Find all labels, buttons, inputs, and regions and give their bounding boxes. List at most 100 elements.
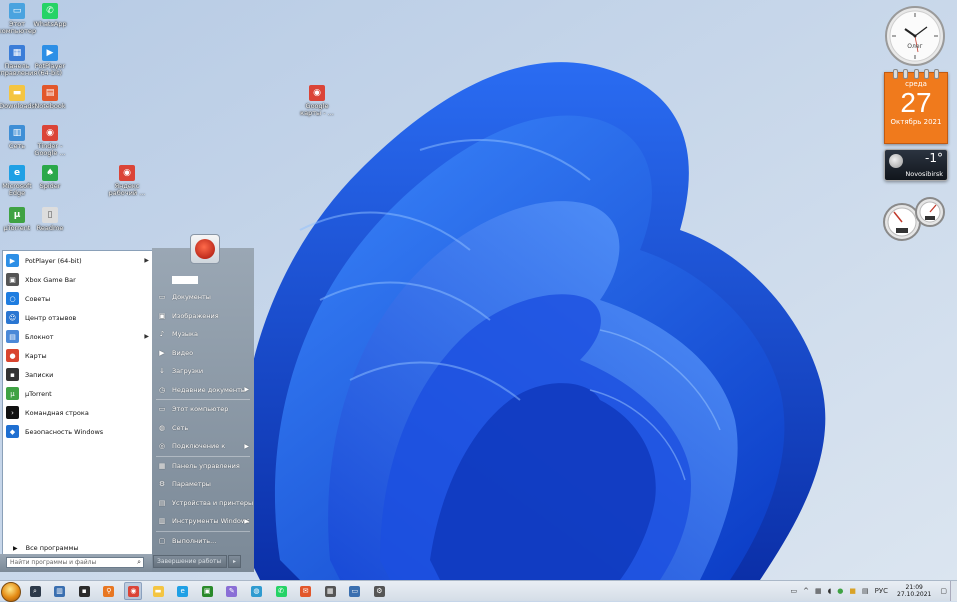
- taskbar-button[interactable]: ▦: [321, 582, 339, 600]
- start-place-item[interactable]: ▥ Инструменты Windows ▶: [152, 512, 254, 531]
- taskbar-button[interactable]: ✉: [297, 582, 315, 600]
- desktop-icon[interactable]: ◉ Google карты - ...: [296, 85, 338, 117]
- taskbar-button[interactable]: ▬: [149, 582, 167, 600]
- desktop-icon[interactable]: ♠ Spider: [29, 165, 71, 190]
- desktop-icon-label: Spider: [39, 182, 61, 190]
- security-tray-icon[interactable]: ■: [849, 587, 856, 595]
- shutdown-button[interactable]: Завершение работы: [153, 555, 227, 568]
- taskbar-button[interactable]: ◉: [124, 582, 143, 600]
- settings-icon: ⚙: [373, 585, 385, 597]
- calendar-day: 27: [900, 87, 932, 118]
- start-program-item[interactable]: ☺ Центр отзывов: [3, 308, 153, 327]
- taskbar-button[interactable]: e: [174, 582, 192, 600]
- desktop-icon-label: Notebook: [34, 102, 66, 110]
- potplayer-icon: ▶: [42, 45, 58, 61]
- taskbar-button[interactable]: ✆: [272, 582, 290, 600]
- start-program-item[interactable]: ▶ PotPlayer (64-bit) ▶: [3, 251, 153, 270]
- start-program-item[interactable]: ● Карты: [3, 346, 153, 365]
- taskbar-button[interactable]: ⚙: [370, 582, 388, 600]
- start-program-item[interactable]: ▤ Блокнот ▶: [3, 327, 153, 346]
- start-place-item[interactable]: ▦ Панель управления: [152, 457, 254, 476]
- program-label: Xbox Game Bar: [25, 275, 76, 284]
- sticky-notes-icon: ▪: [6, 368, 19, 381]
- start-place-item[interactable]: ◎ Подключение к ▶: [152, 437, 254, 456]
- network-icon[interactable]: ▦: [815, 587, 822, 595]
- start-program-item[interactable]: ◆ Безопасность Windows: [3, 422, 153, 441]
- chevron-up-icon[interactable]: ^: [803, 587, 809, 595]
- start-place-item[interactable]: ↓ Загрузки: [152, 362, 254, 381]
- tray-clock[interactable]: 21:09 27.10.2021: [897, 584, 931, 598]
- place-label: Музыка: [172, 330, 198, 339]
- keyboard-icon[interactable]: ▤: [862, 587, 869, 595]
- clock-label: Олег: [907, 43, 922, 50]
- notifications-icon[interactable]: ▢: [940, 587, 947, 595]
- start-menu-places-pane: ▭ Документы ▣ Изображения ♪ Музыка ▶ Видео ↓ Загр…: [152, 248, 254, 572]
- taskbar-button[interactable]: ▥: [51, 582, 69, 600]
- taskbar-button[interactable]: ◍: [247, 582, 265, 600]
- start-search-input[interactable]: Найти программы и файлы ⌕: [6, 557, 144, 568]
- program-label: Записки: [25, 370, 54, 379]
- start-place-item[interactable]: ◷ Недавние документы ▶: [152, 381, 254, 400]
- start-place-item[interactable]: ▢ Выполнить...: [152, 532, 254, 551]
- start-place-item[interactable]: ⚙ Параметры: [152, 475, 254, 494]
- desktop-icon[interactable]: ▤ Notebook: [29, 85, 71, 110]
- start-place-item[interactable]: ▤ Устройства и принтеры: [152, 494, 254, 513]
- xbox-icon: ▣: [201, 585, 213, 597]
- start-place-item[interactable]: ♪ Музыка: [152, 325, 254, 344]
- username-field[interactable]: [172, 276, 198, 284]
- start-menu-programs-pane: ▶ PotPlayer (64-bit) ▶ ▣ Xbox Game Bar ○ Совет…: [2, 250, 154, 556]
- desktop-icon[interactable]: ◉ Яндекс рабочий ...: [106, 165, 148, 197]
- start-program-item[interactable]: › Командная строка: [3, 403, 153, 422]
- desktop-icon[interactable]: ▯ Readme: [29, 207, 71, 232]
- start-program-item[interactable]: µ µTorrent: [3, 384, 153, 403]
- start-button[interactable]: [1, 582, 21, 602]
- network-icon: ◍: [158, 423, 166, 432]
- chevron-right-icon: ▶: [144, 333, 149, 340]
- taskbar-button[interactable]: ▪: [75, 582, 93, 600]
- taskbar-button[interactable]: ⌕: [26, 582, 44, 600]
- control-panel-icon: ▦: [9, 45, 25, 61]
- shutdown-options-button[interactable]: ▸: [228, 555, 241, 568]
- calendar-gadget[interactable]: среда 27 Октябрь 2021: [884, 69, 948, 144]
- place-label: Устройства и принтеры: [172, 498, 254, 507]
- place-label: Видео: [172, 348, 194, 357]
- taskbar-button[interactable]: ▭: [346, 582, 364, 600]
- start-place-item[interactable]: ▣ Изображения: [152, 307, 254, 326]
- desktop-icon[interactable]: ✆ WhatsApp: [29, 3, 71, 28]
- clock-gadget[interactable]: Олег: [884, 5, 946, 67]
- start-place-item[interactable]: ▭ Этот компьютер: [152, 400, 254, 419]
- utorrent-tray-icon[interactable]: ●: [837, 587, 843, 595]
- start-program-item[interactable]: ▣ Xbox Game Bar: [3, 270, 153, 289]
- taskbar-button[interactable]: ▣: [198, 582, 216, 600]
- show-desktop-button[interactable]: [950, 581, 957, 601]
- language-indicator[interactable]: РУС: [875, 587, 888, 595]
- whatsapp-icon: ✆: [42, 3, 58, 19]
- taskbar-button[interactable]: ✎: [223, 582, 241, 600]
- chevron-right-icon: ▶: [244, 442, 249, 450]
- chevron-right-icon: ▶: [244, 517, 249, 525]
- start-program-item[interactable]: ○ Советы: [3, 289, 153, 308]
- all-programs-button[interactable]: ▶ Все программы: [5, 541, 153, 555]
- taskbar-button[interactable]: ⚲: [100, 582, 118, 600]
- chrome-icon: ◉: [119, 165, 135, 181]
- start-place-item[interactable]: ▶ Видео: [152, 344, 254, 363]
- recent-icon: ◷: [158, 385, 166, 394]
- remote-desktop-icon: ▭: [349, 585, 361, 597]
- desktop-icon[interactable]: ◉ Tinder - Google ...: [29, 125, 71, 157]
- cpu-meter-gadget[interactable]: [882, 196, 948, 242]
- start-place-item[interactable]: ◍ Сеть: [152, 419, 254, 438]
- meet-now-icon[interactable]: ▭: [790, 587, 797, 595]
- feedback-icon: ☺: [6, 311, 19, 324]
- paint-icon: ✎: [226, 585, 238, 597]
- start-place-item[interactable]: ▭ Документы: [152, 288, 254, 307]
- whatsapp-icon: ✆: [275, 585, 287, 597]
- edge-icon: e: [9, 165, 25, 181]
- program-label: µTorrent: [25, 389, 52, 398]
- weather-gadget[interactable]: -1° Novosibirsk: [884, 149, 948, 181]
- speaker-icon[interactable]: ◖: [828, 587, 832, 595]
- desktop-icon[interactable]: ▶ PotPlayer (64-bit): [29, 45, 71, 77]
- start-program-item[interactable]: ▪ Записки: [3, 365, 153, 384]
- user-avatar[interactable]: [190, 234, 220, 264]
- place-label: Параметры: [172, 480, 211, 489]
- system-tray: ▭ ^ ▦ ◖ ● ■ ▤ РУС 21:09 27.10.2021 ▢: [787, 581, 957, 601]
